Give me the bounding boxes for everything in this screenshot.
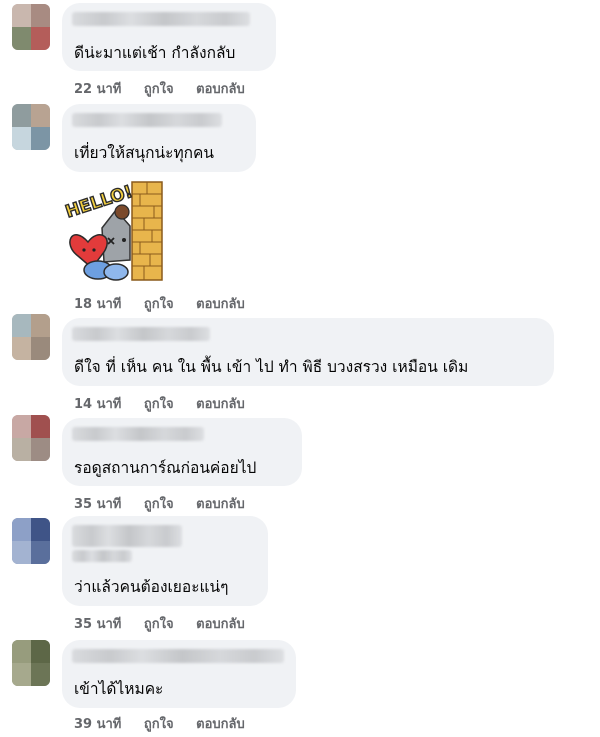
reply-link[interactable]: ตอบกลับ — [196, 297, 245, 312]
avatar[interactable] — [12, 518, 50, 564]
comment-text: เข้าได้ไหมคะ — [74, 680, 164, 698]
comment-actions: 18 นาที ถูกใจ ตอบกลับ — [74, 293, 263, 314]
comment-text: ว่าแล้วคนต้องเยอะแน่ๆ — [74, 578, 229, 596]
comment-text: ดีน่ะมาแต่เช้า กำลังกลับ — [74, 44, 236, 62]
reply-link[interactable]: ตอบกลับ — [196, 717, 245, 732]
comment-actions: 39 นาที ถูกใจ ตอบกลับ — [74, 713, 263, 734]
author-name-blurred[interactable] — [72, 649, 284, 663]
avatar[interactable] — [12, 104, 50, 150]
hello-sticker: HELLO! — [62, 181, 163, 281]
comment-bubble: ดีน่ะมาแต่เช้า กำลังกลับ — [62, 3, 276, 71]
timestamp[interactable]: 39 นาที — [74, 717, 121, 732]
timestamp[interactable]: 22 นาที — [74, 82, 121, 97]
reply-link[interactable]: ตอบกลับ — [196, 82, 245, 97]
avatar[interactable] — [12, 4, 50, 50]
author-name-blurred[interactable] — [72, 327, 210, 341]
like-link[interactable]: ถูกใจ — [144, 82, 174, 97]
timestamp[interactable]: 18 นาที — [74, 297, 121, 312]
comment-bubble: เข้าได้ไหมคะ — [62, 640, 296, 708]
reply-link[interactable]: ตอบกลับ — [196, 497, 245, 512]
avatar[interactable] — [12, 640, 50, 686]
timestamp[interactable]: 35 นาที — [74, 617, 121, 632]
comment-text: รอดูสถานการ์ณก่อนค่อยไป — [74, 459, 257, 477]
comment-text: เที่ยวให้สนุกน่ะทุกคน — [74, 144, 215, 162]
comment-actions: 14 นาที ถูกใจ ตอบกลับ — [74, 393, 263, 414]
like-link[interactable]: ถูกใจ — [144, 397, 174, 412]
timestamp[interactable]: 14 นาที — [74, 397, 121, 412]
like-link[interactable]: ถูกใจ — [144, 717, 174, 732]
avatar[interactable] — [12, 415, 50, 461]
comment-actions: 22 นาที ถูกใจ ตอบกลับ — [74, 78, 263, 99]
like-link[interactable]: ถูกใจ — [144, 297, 174, 312]
comment-actions: 35 นาที ถูกใจ ตอบกลับ — [74, 493, 263, 514]
author-name-blurred[interactable] — [72, 525, 182, 547]
avatar[interactable] — [12, 314, 50, 360]
like-link[interactable]: ถูกใจ — [144, 617, 174, 632]
comment-text: ดีใจ ที่ เห็น คน ใน พื้น เข้า ไป ทำ พิธี… — [74, 358, 469, 376]
comment-actions: 35 นาที ถูกใจ ตอบกลับ — [74, 613, 263, 634]
author-name-blurred-line2 — [72, 550, 132, 562]
timestamp[interactable]: 35 นาที — [74, 497, 121, 512]
like-link[interactable]: ถูกใจ — [144, 497, 174, 512]
comment-bubble: รอดูสถานการ์ณก่อนค่อยไป — [62, 418, 302, 486]
comment-bubble: เที่ยวให้สนุกน่ะทุกคน — [62, 104, 256, 172]
reply-link[interactable]: ตอบกลับ — [196, 617, 245, 632]
author-name-blurred[interactable] — [72, 113, 222, 127]
reply-link[interactable]: ตอบกลับ — [196, 397, 245, 412]
author-name-blurred[interactable] — [72, 427, 204, 441]
author-name-blurred[interactable] — [72, 12, 250, 26]
comment-bubble: ดีใจ ที่ เห็น คน ใน พื้น เข้า ไป ทำ พิธี… — [62, 318, 554, 386]
comment-bubble: ว่าแล้วคนต้องเยอะแน่ๆ — [62, 516, 268, 606]
